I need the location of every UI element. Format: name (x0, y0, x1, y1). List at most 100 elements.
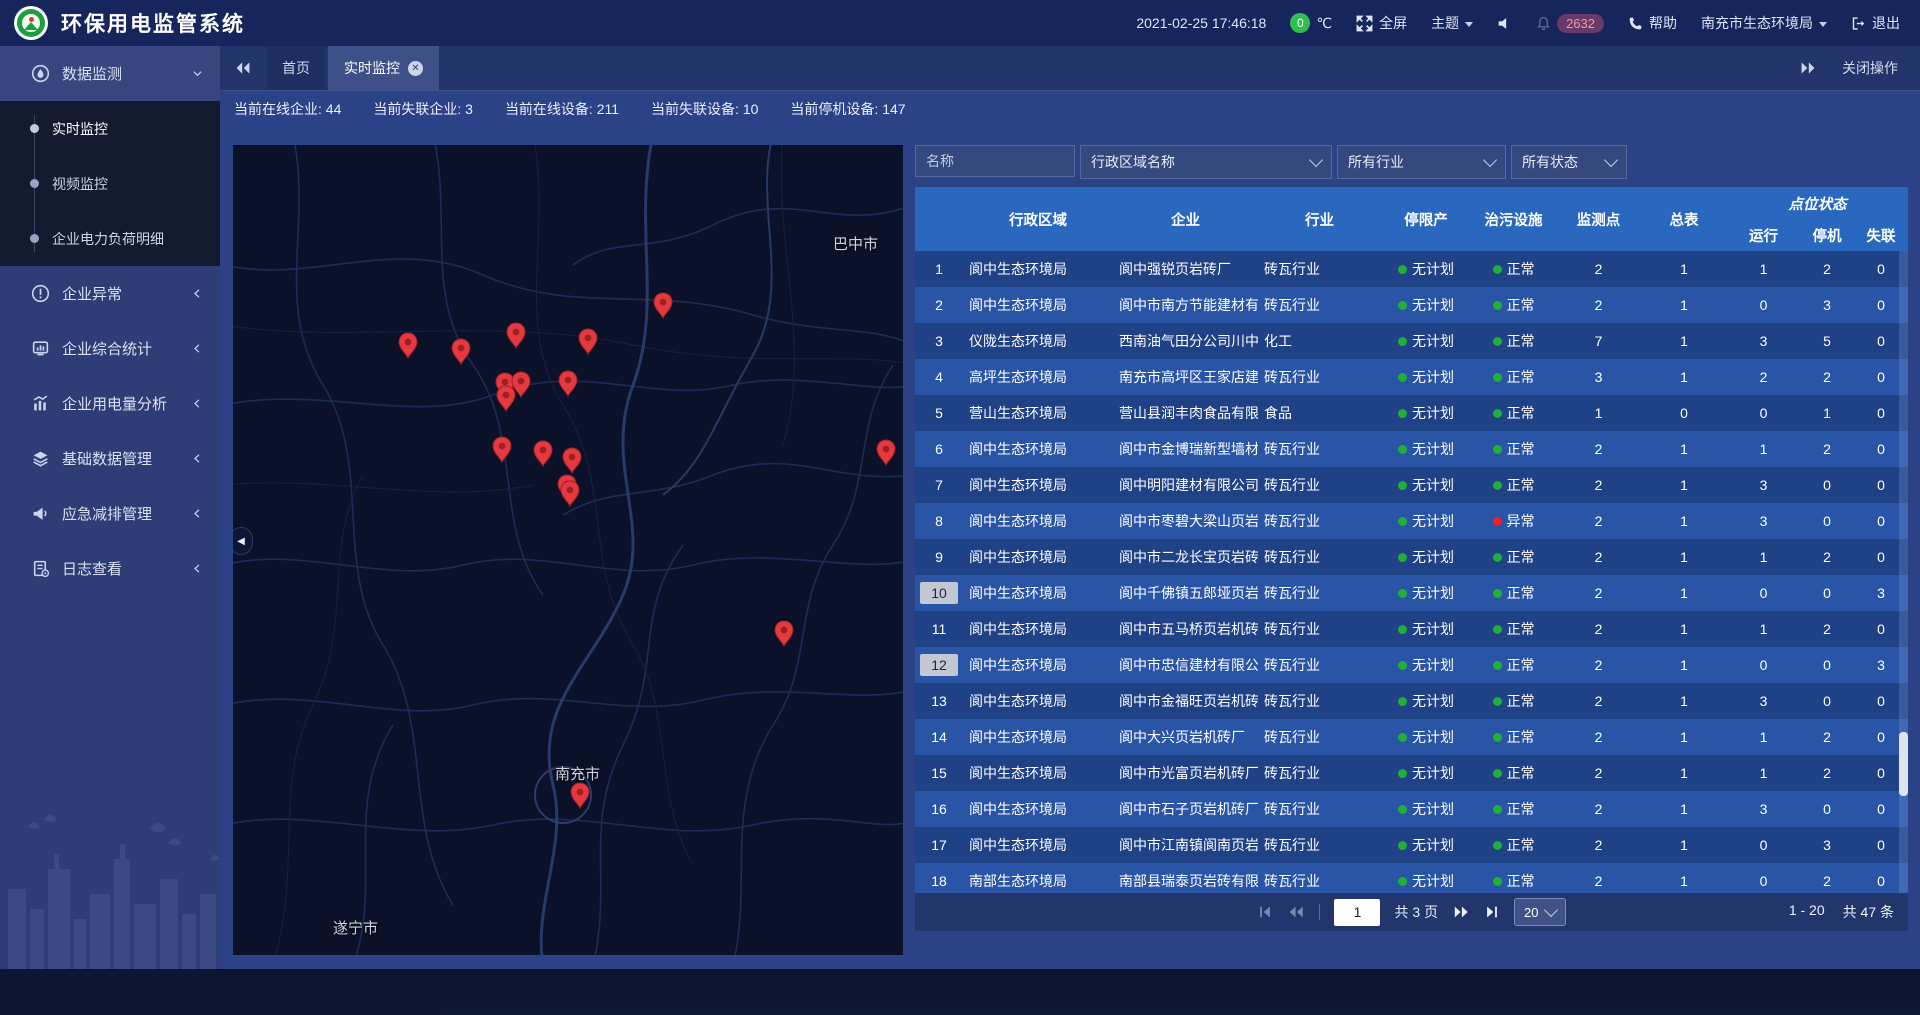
next-page-button[interactable] (1452, 904, 1470, 920)
map-pin-icon[interactable] (497, 386, 515, 411)
map-pin-icon[interactable] (563, 448, 581, 473)
filter-select-3[interactable]: 所有状态 (1511, 145, 1627, 179)
table-row[interactable]: 9阆中生态环境局阆中市二龙长宝页岩砖砖瓦行业无计划正常21120 (915, 539, 1908, 575)
help-button[interactable]: 帮助 (1628, 13, 1677, 33)
filter-select-1[interactable]: 行政区域名称 (1080, 145, 1332, 179)
table-row[interactable]: 10阆中生态环境局阆中千佛镇五郎垭页岩砖瓦行业无计划正常21003 (915, 575, 1908, 611)
map-pin-icon[interactable] (507, 323, 525, 348)
cell-region: 阆中生态环境局 (963, 683, 1113, 719)
table-row[interactable]: 14阆中生态环境局阆中大兴页岩机砖厂砖瓦行业无计划正常21120 (915, 719, 1908, 755)
map-pin-icon[interactable] (579, 329, 597, 354)
double-right-arrow-icon[interactable] (1800, 61, 1816, 75)
map-pin-icon[interactable] (654, 293, 672, 318)
cell-row-number: 16 (915, 791, 963, 827)
cell-running: 2 (1727, 359, 1800, 395)
cell-limit-status: 无计划 (1381, 539, 1471, 575)
map-pin-icon[interactable] (452, 339, 470, 364)
table-row[interactable]: 12阆中生态环境局阆中市忠信建材有限公砖瓦行业无计划正常21003 (915, 647, 1908, 683)
table-row[interactable]: 6阆中生态环境局阆中市金博瑞新型墙材砖瓦行业无计划正常21120 (915, 431, 1908, 467)
tab-1[interactable]: 首页 (266, 46, 326, 90)
cell-row-number: 4 (915, 359, 963, 395)
page-number-input[interactable] (1334, 899, 1380, 926)
sound-toggle[interactable] (1497, 16, 1512, 31)
sidebar-item-2[interactable]: 企业异常 (0, 266, 220, 321)
fullscreen-label: 全屏 (1379, 13, 1407, 33)
page-size-select[interactable]: 20 (1514, 898, 1565, 926)
sidebar-subitem-2[interactable]: 视频监控 (0, 156, 220, 211)
table-header: 行政区域企业行业停限产治污设施监测点总表点位状态运行停机失联 (915, 187, 1908, 251)
tab-2[interactable]: 实时监控✕ (328, 46, 439, 90)
notifications[interactable]: 2632 (1536, 14, 1604, 33)
cell-running: 0 (1727, 863, 1800, 893)
tab-close-icon[interactable]: ✕ (408, 61, 423, 76)
fullscreen-button[interactable]: 全屏 (1356, 13, 1407, 33)
cell-facility-status: 正常 (1471, 359, 1556, 395)
sidebar-item-4[interactable]: 企业用电量分析 (0, 376, 220, 431)
table-row[interactable]: 18南部生态环境局南部县瑞泰页岩砖有限砖瓦行业无计划正常21020 (915, 863, 1908, 893)
cell-row-number: 1 (915, 251, 963, 287)
sidebar-item-3[interactable]: 企业综合统计 (0, 321, 220, 376)
table-row[interactable]: 5营山生态环境局营山县润丰肉食品有限食品无计划正常10010 (915, 395, 1908, 431)
cell-region: 阆中生态环境局 (963, 827, 1113, 863)
table-scrollbar-thumb[interactable] (1899, 732, 1908, 796)
cell-monitor-points: 2 (1556, 431, 1641, 467)
name-filter-input[interactable] (915, 145, 1075, 177)
table-row[interactable]: 8阆中生态环境局阆中市枣碧大梁山页岩砖瓦行业无计划异常21300 (915, 503, 1908, 539)
first-page-button[interactable] (1257, 904, 1273, 920)
map-pin-icon[interactable] (559, 371, 577, 396)
close-operations-button[interactable]: 关闭操作 (1842, 58, 1898, 78)
map-panel[interactable]: 巴中市南充市遂宁市 ◀ (233, 145, 903, 955)
sidebar-item-7[interactable]: 日志查看 (0, 541, 220, 596)
cell-stopped: 3 (1800, 287, 1854, 323)
temperature-badge: 0 (1290, 13, 1310, 33)
filter-select-value: 所有行业 (1348, 152, 1404, 172)
cell-monitor-points: 2 (1556, 251, 1641, 287)
bell-icon (1536, 16, 1551, 31)
map-pin-icon[interactable] (534, 441, 552, 466)
org-menu[interactable]: 南充市生态环境局 (1701, 13, 1827, 33)
sidebar-item-5[interactable]: 基础数据管理 (0, 431, 220, 486)
group-subheaders: 运行停机失联 (1727, 219, 1908, 251)
cell-facility-status: 正常 (1471, 683, 1556, 719)
map-roads (233, 145, 903, 955)
sidebar-item-1[interactable]: 数据监测 (0, 46, 220, 101)
logout-button[interactable]: 退出 (1851, 13, 1900, 33)
sidebar-item-6[interactable]: 应急减排管理 (0, 486, 220, 541)
cell-total-meters: 1 (1641, 503, 1727, 539)
map-pin-icon[interactable] (399, 333, 417, 358)
map-pin-icon[interactable] (877, 440, 895, 465)
map-pin-icon[interactable] (493, 437, 511, 462)
cell-region: 南部生态环境局 (963, 863, 1113, 893)
table-row[interactable]: 1阆中生态环境局阆中强锐页岩砖厂砖瓦行业无计划正常21120 (915, 251, 1908, 287)
table-row[interactable]: 11阆中生态环境局阆中市五马桥页岩机砖砖瓦行业无计划正常21120 (915, 611, 1908, 647)
stats-icon (30, 339, 50, 359)
table-row[interactable]: 4高坪生态环境局南充市高坪区王家店建砖瓦行业无计划正常31220 (915, 359, 1908, 395)
map-pin-icon[interactable] (775, 621, 793, 646)
cell-stopped: 2 (1800, 863, 1854, 893)
chevron-left-icon (191, 507, 204, 520)
cell-stopped: 3 (1800, 827, 1854, 863)
map-collapse-handle[interactable]: ◀ (233, 527, 253, 555)
map-pin-icon[interactable] (561, 481, 579, 506)
cell-company: 阆中强锐页岩砖厂 (1113, 251, 1258, 287)
cell-row-number: 8 (915, 503, 963, 539)
cell-limit-status: 无计划 (1381, 467, 1471, 503)
filter-select-2[interactable]: 所有行业 (1337, 145, 1506, 179)
table-row[interactable]: 2阆中生态环境局阆中市南方节能建材有砖瓦行业无计划正常21030 (915, 287, 1908, 323)
table-row[interactable]: 17阆中生态环境局阆中市江南镇阆南页岩砖瓦行业无计划正常21030 (915, 827, 1908, 863)
prev-page-button[interactable] (1287, 904, 1305, 920)
column-header-4: 停限产 (1381, 187, 1471, 251)
sidebar-subitem-1[interactable]: 实时监控 (0, 101, 220, 156)
sidebar-subitem-3[interactable]: 企业电力负荷明细 (0, 211, 220, 266)
table-row[interactable]: 15阆中生态环境局阆中市光富页岩机砖厂砖瓦行业无计划正常21120 (915, 755, 1908, 791)
theme-menu[interactable]: 主题 (1431, 13, 1473, 33)
cell-company: 阆中市忠信建材有限公 (1113, 647, 1258, 683)
table-row[interactable]: 13阆中生态环境局阆中市金福旺页岩机砖砖瓦行业无计划正常21300 (915, 683, 1908, 719)
table-row[interactable]: 7阆中生态环境局阆中明阳建材有限公司砖瓦行业无计划正常21300 (915, 467, 1908, 503)
table-row[interactable]: 3仪陇生态环境局西南油气田分公司川中化工无计划正常71350 (915, 323, 1908, 359)
table-row[interactable]: 16阆中生态环境局阆中市石子页岩机砖厂砖瓦行业无计划正常21300 (915, 791, 1908, 827)
last-page-button[interactable] (1484, 904, 1500, 920)
status-dot-icon (1398, 265, 1407, 274)
map-pin-icon[interactable] (571, 783, 589, 808)
tabs-scroll-left-button[interactable] (220, 61, 266, 75)
